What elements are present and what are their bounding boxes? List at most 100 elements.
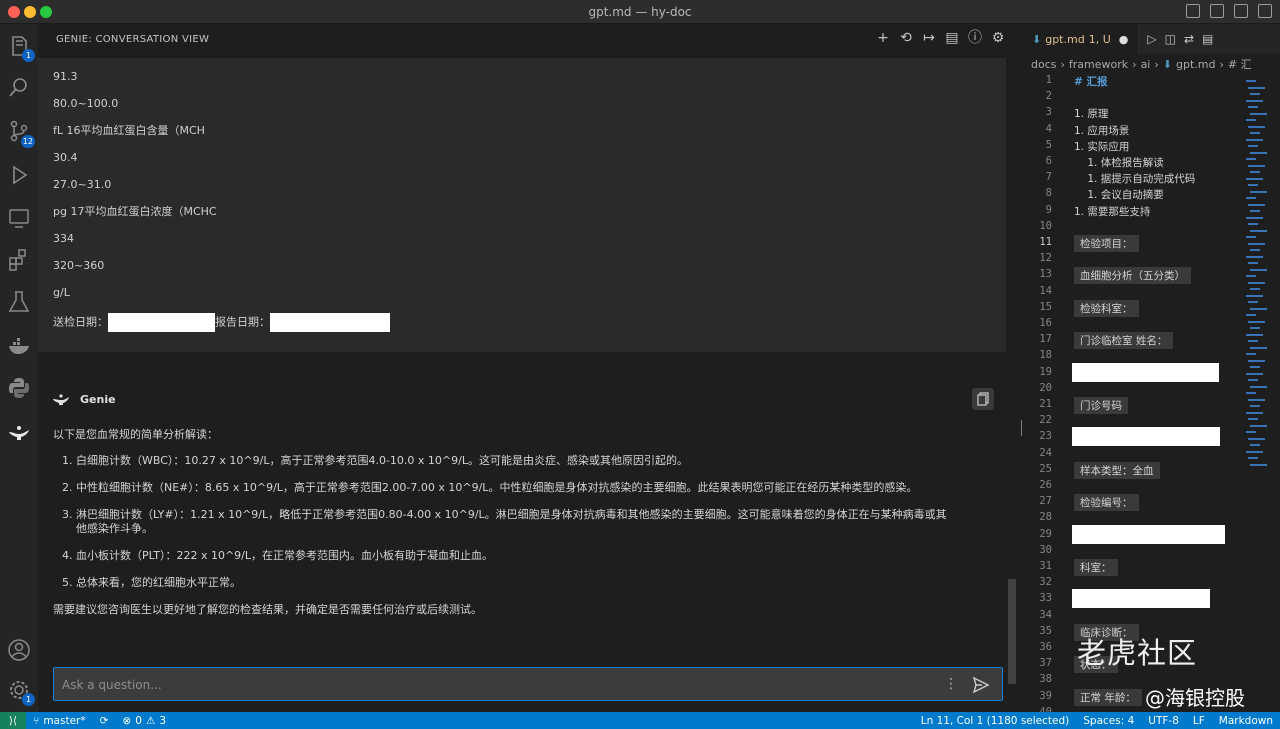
genie-conversation-panel: GENIE: CONVERSATION VIEW + ⟲ ↦ ▤ ⓘ ⚙ 91.… [38,24,1016,712]
end-of-line[interactable]: LF [1186,715,1212,727]
settings-gear-icon[interactable]: ⚙ [990,30,1006,46]
line-number: 17 [1039,333,1052,346]
line-number: 30 [1039,543,1052,556]
minimap-line [1246,216,1263,219]
problems-item[interactable]: ⊗ 0 ⚠ 3 [115,715,173,727]
line-number: 3 [1045,106,1052,119]
minimap-line [1250,444,1260,446]
line-number: 12 [1039,252,1052,265]
encoding[interactable]: UTF-8 [1141,715,1186,727]
minimap-line [1248,145,1258,147]
minimap-line [1250,405,1260,407]
breadcrumb-item[interactable]: ai [1141,58,1151,71]
testing-icon[interactable] [5,288,33,316]
customize-layout-icon[interactable] [1258,4,1272,18]
code-area[interactable]: 1 # 汇报 2 3 1. 原理 4 1. 应用场景 5 1. 实际应用 6 1. 体检报告解读 7… [1022,74,1280,718]
remote-explorer-icon[interactable] [5,204,33,232]
question-input[interactable] [62,675,922,695]
line-number: 32 [1039,576,1052,589]
minimap-line [1250,346,1267,349]
line-number: 1 [1045,74,1052,86]
cursor-position[interactable]: Ln 11, Col 1 (1180 selected) [914,715,1076,727]
minimap-line [1246,431,1256,433]
search-icon[interactable] [5,74,33,102]
file-icon[interactable]: ▤ [944,30,960,46]
code-line: 1. 体检报告解读 [1074,157,1164,169]
minimap-line [1246,411,1263,414]
code-line: 1. 应用场景 [1074,124,1130,137]
copy-button[interactable] [972,388,994,410]
more-options-icon[interactable]: ⋮ [944,676,958,692]
redacted-block [1072,427,1220,447]
indentation[interactable]: Spaces: 4 [1076,715,1141,727]
run-debug-icon[interactable] [5,162,33,190]
minimap-line [1248,203,1265,206]
minimap-line [1248,379,1258,381]
code-line: 1. 实际应用 [1074,140,1130,153]
sync-icon[interactable]: ⟳ [93,715,116,727]
minimap-line [1246,119,1256,121]
list-item: 白细胞计数（WBC）：10.27 x 10^9/L，高于正常参考范围4.0-10… [76,454,953,468]
branch-item[interactable]: ⑂ master* [26,715,93,727]
minimap-line [1250,385,1267,388]
minimap-line [1248,223,1258,225]
source-control-icon[interactable]: 12 [5,118,35,148]
breadcrumb-item[interactable]: docs [1031,58,1057,71]
extensions-icon[interactable] [5,246,33,274]
line-number: 11 [1039,236,1052,248]
tab-gpt-md[interactable]: ⬇ gpt.md 1, U ● [1022,24,1140,54]
run-icon[interactable]: ▷ [1147,32,1156,46]
open-preview-icon[interactable]: ◫ [1165,32,1176,46]
manage-badge: 1 [22,693,35,706]
breadcrumb-item[interactable]: framework [1069,58,1128,71]
explorer-icon[interactable]: 1 [5,32,35,62]
info-icon[interactable]: ⓘ [967,30,983,46]
breadcrumb-item[interactable]: gpt.md [1176,58,1215,71]
minimap-line [1250,307,1267,310]
breadcrumb-item[interactable]: # 汇 [1228,56,1252,72]
history-icon[interactable]: ⟲ [898,30,914,46]
user-line: fL 16平均血红蛋白含量（MCH [53,124,205,137]
export-icon[interactable]: ↦ [921,30,937,46]
user-line: pg 17平均血红蛋白浓度（MCHC [53,205,217,218]
panel-scrollbar[interactable] [1008,579,1016,684]
genie-icon[interactable] [5,418,33,446]
line-number: 36 [1039,641,1052,653]
add-icon[interactable]: + [875,30,891,46]
minimap-line [1250,463,1267,466]
warning-icon: ⚠ [145,714,156,727]
editor-group: ⬇ gpt.md 1, U ● ▷ ◫ ⇄ ▤ docs › framework ›… [1022,24,1280,718]
remote-indicator-icon[interactable]: ⟩⟨ [0,712,26,729]
genie-author: Genie [80,392,116,406]
redacted-block [1072,362,1219,382]
manage-gear-icon[interactable]: 1 [5,676,35,706]
minimap-line [1250,249,1260,251]
language-mode[interactable]: Markdown [1212,715,1280,727]
account-icon[interactable] [5,636,33,664]
line-number: 4 [1045,122,1052,135]
minimap[interactable] [1246,80,1272,480]
redacted-block [270,313,390,332]
toggle-panel-icon[interactable] [1210,4,1224,18]
minimap-line [1248,340,1258,342]
docker-icon[interactable] [5,332,33,360]
watermark-line2: @海银控股 [1145,686,1245,710]
toggle-sidebar-icon[interactable] [1186,4,1200,18]
toggle-secondary-sidebar-icon[interactable] [1234,4,1248,18]
redacted-block [108,313,215,332]
layout-icon[interactable]: ▤ [1202,32,1213,46]
line-number: 19 [1039,365,1052,378]
send-icon[interactable] [972,676,990,694]
date-line: 送检日期： 报告日期： [53,313,991,340]
genie-header: Genie [52,392,116,406]
minimap-line [1250,190,1267,193]
line-number: 14 [1039,284,1052,297]
unsaved-dot-icon[interactable]: ● [1119,33,1129,46]
line-number: 21 [1039,398,1052,410]
minimap-line [1248,86,1265,89]
line-number: 34 [1039,608,1052,621]
watermark-line1: 老虎社区 [1077,636,1198,670]
minimap-line [1248,418,1258,420]
compare-icon[interactable]: ⇄ [1184,32,1194,46]
python-icon[interactable] [5,374,33,402]
